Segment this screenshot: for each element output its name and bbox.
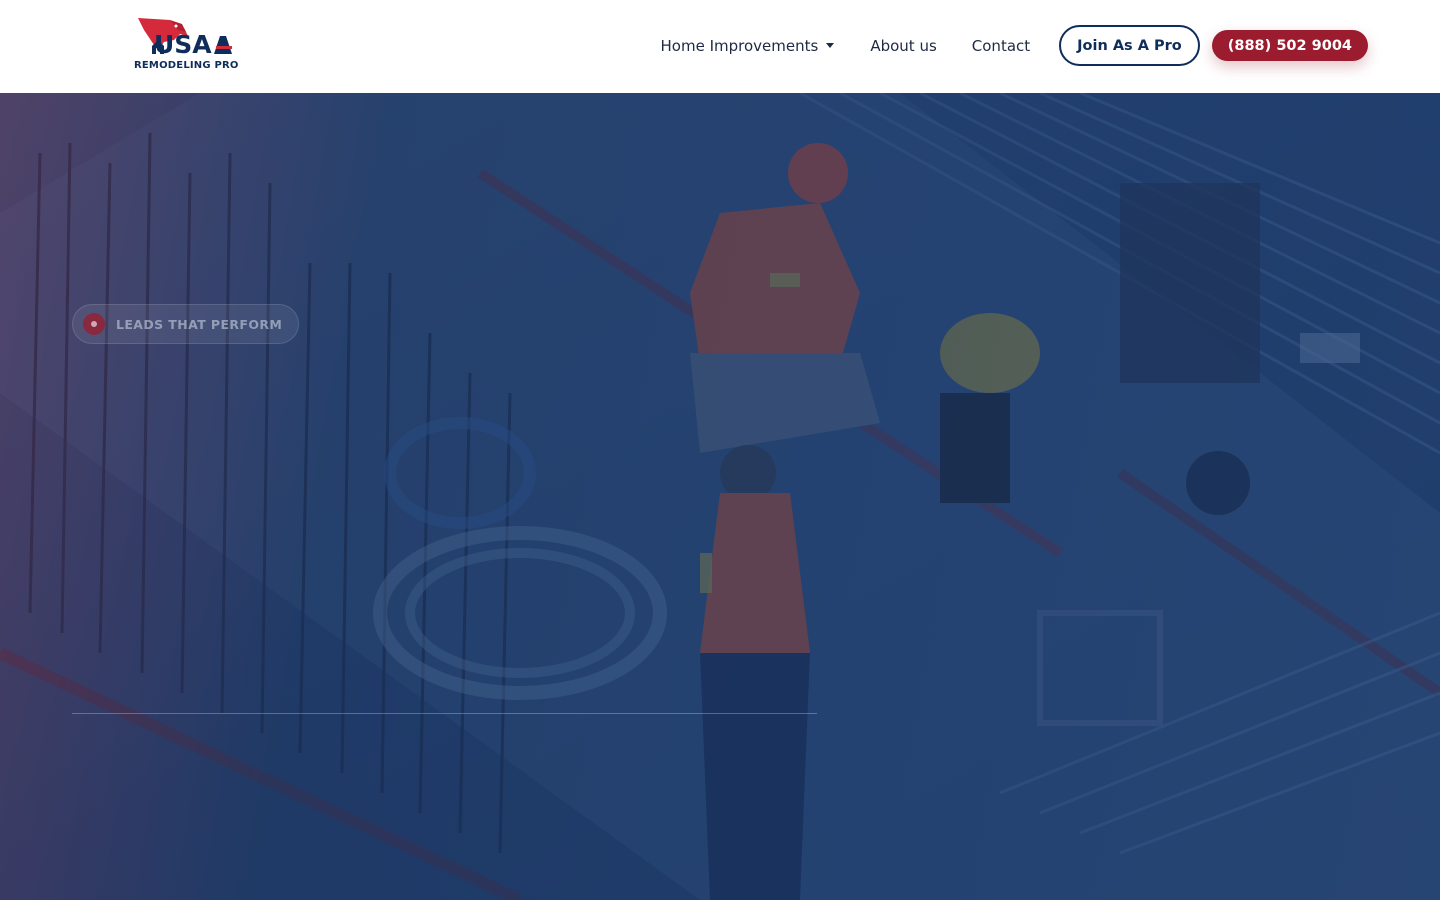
nav-home-improvements[interactable]: Home Improvements xyxy=(661,37,835,55)
dot-icon xyxy=(83,313,105,335)
site-header: USA REMODELING PRO Home Improvements Abo… xyxy=(0,0,1440,93)
hero-badge-label: LEADS THAT PERFORM xyxy=(116,316,283,332)
logo-tagline: REMODELING PRO xyxy=(134,60,239,71)
join-as-pro-button[interactable]: Join As A Pro xyxy=(1059,25,1200,66)
phone-button[interactable]: (888) 502 9004 xyxy=(1211,30,1368,61)
chevron-down-icon xyxy=(826,43,835,48)
main-nav: Home Improvements About us Contact Join … xyxy=(661,25,1368,66)
hero-badge: LEADS THAT PERFORM xyxy=(72,304,300,344)
hero-section: LEADS THAT PERFORM xyxy=(0,93,1440,900)
nav-home-improvements-label: Home Improvements xyxy=(660,36,819,55)
nav-contact[interactable]: Contact xyxy=(972,37,1030,55)
hero-overlay xyxy=(0,93,1440,900)
nav-about-us[interactable]: About us xyxy=(870,37,936,55)
brand-logo[interactable]: USA REMODELING PRO xyxy=(134,16,240,74)
logo-wordmark: USA xyxy=(154,30,212,59)
hero-divider xyxy=(72,713,817,714)
